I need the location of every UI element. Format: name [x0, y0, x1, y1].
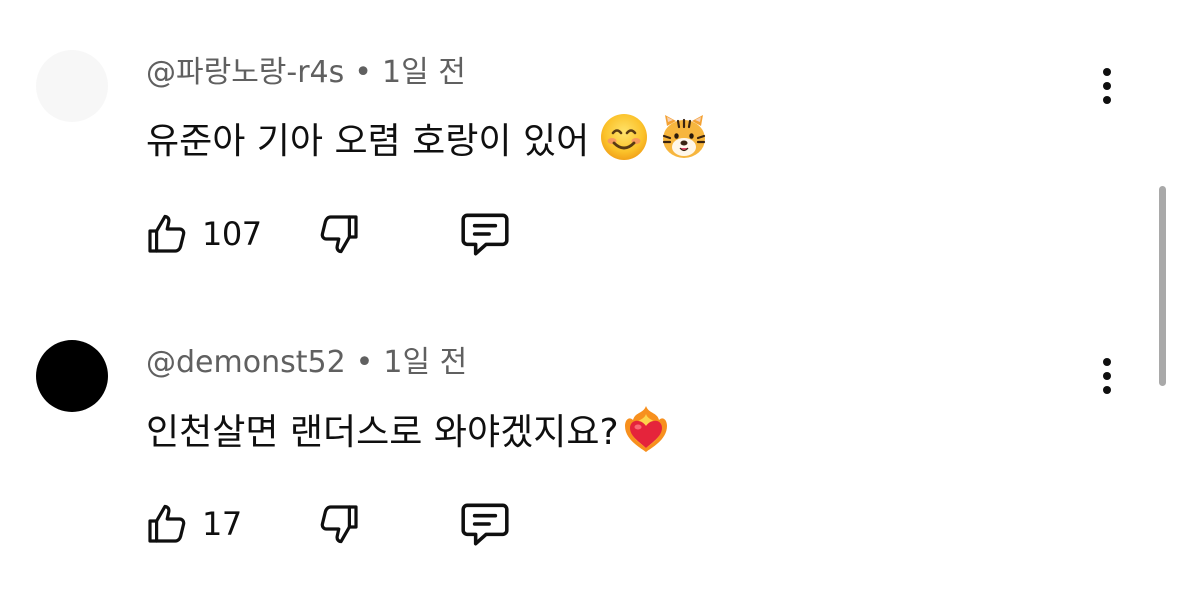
- more-dot-icon: [1103, 96, 1111, 104]
- comment-time: 1일 전: [383, 345, 468, 380]
- meta-separator: •: [355, 345, 374, 380]
- more-dot-icon: [1103, 358, 1111, 366]
- comment-actions: 17: [144, 498, 544, 550]
- like-count: 17: [202, 505, 242, 543]
- comment-body: 유준아 기아 오렴 호랑이 있어: [146, 121, 590, 162]
- thumbs-down-icon: [320, 505, 358, 544]
- more-options-button[interactable]: [1090, 356, 1124, 396]
- thumbs-up-icon: [148, 214, 186, 253]
- comment-time: 1일 전: [381, 55, 466, 90]
- more-dot-icon: [1103, 68, 1111, 76]
- like-button[interactable]: 107: [144, 208, 262, 260]
- smiling-face-icon: [599, 112, 649, 174]
- dislike-button[interactable]: [314, 208, 362, 260]
- tiger-face-icon: [659, 112, 709, 174]
- reply-comment-icon: [461, 503, 509, 546]
- reply-comment-icon: [461, 213, 509, 256]
- comment-item: @demonst52 • 1일 전 인천살면 랜더스로 와야겠지요? 17: [0, 290, 1179, 580]
- more-dot-icon: [1103, 372, 1111, 380]
- comment-text: 인천살면 랜더스로 와야겠지요?: [146, 402, 671, 466]
- avatar[interactable]: [36, 340, 108, 412]
- comment-actions: 107: [144, 208, 544, 260]
- comment-text: 유준아 기아 오렴 호랑이 있어: [146, 112, 709, 174]
- comment-meta: @demonst52 • 1일 전: [146, 344, 467, 382]
- like-count: 107: [202, 215, 262, 253]
- reply-button[interactable]: [458, 208, 512, 260]
- comment-body: 인천살면 랜더스로 와야겠지요?: [146, 412, 619, 453]
- like-button[interactable]: 17: [144, 498, 242, 550]
- comment-author[interactable]: @demonst52: [146, 345, 346, 380]
- avatar[interactable]: [36, 50, 108, 122]
- more-dot-icon: [1103, 82, 1111, 90]
- thumbs-up-icon: [148, 504, 186, 543]
- meta-separator: •: [354, 55, 372, 90]
- more-dot-icon: [1103, 386, 1111, 394]
- comment-author[interactable]: @파랑노랑-r4s: [146, 55, 344, 90]
- heart-on-fire-icon: [621, 402, 671, 466]
- comment-item: @파랑노랑-r4s • 1일 전 유준아 기아 오렴 호랑이 있어 107: [0, 0, 1179, 290]
- comment-meta: @파랑노랑-r4s • 1일 전: [146, 54, 466, 92]
- dislike-button[interactable]: [314, 498, 362, 550]
- scrollbar[interactable]: [1159, 186, 1166, 386]
- more-options-button[interactable]: [1090, 66, 1124, 106]
- reply-button[interactable]: [458, 498, 512, 550]
- thumbs-down-icon: [320, 215, 358, 254]
